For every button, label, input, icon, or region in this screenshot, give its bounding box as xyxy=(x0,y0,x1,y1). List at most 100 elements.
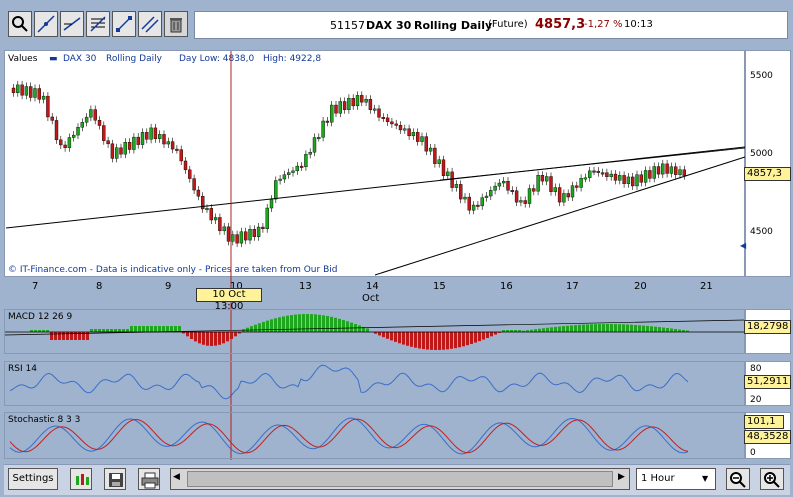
candle xyxy=(196,189,201,197)
candle xyxy=(562,193,566,203)
candle xyxy=(674,166,678,175)
macd-panel[interactable]: MACD 12 26 9 xyxy=(4,309,745,354)
candle xyxy=(136,136,140,145)
candle xyxy=(579,178,583,188)
candle xyxy=(93,109,97,121)
candle xyxy=(261,226,265,230)
candle xyxy=(656,166,661,175)
candle xyxy=(282,174,287,180)
candle xyxy=(652,166,656,179)
candle xyxy=(424,136,428,152)
candle xyxy=(532,188,536,192)
candle xyxy=(243,231,248,241)
candle xyxy=(248,229,252,241)
candle xyxy=(162,134,166,145)
candle xyxy=(239,231,244,244)
candle xyxy=(446,171,450,176)
candle xyxy=(50,116,54,121)
candle xyxy=(330,104,334,123)
candle xyxy=(566,193,570,198)
price-badge: 4857,3 xyxy=(744,167,791,181)
candle xyxy=(304,154,308,168)
candle xyxy=(106,140,110,145)
candle xyxy=(618,175,622,181)
candle xyxy=(102,125,106,141)
candle xyxy=(153,127,158,139)
zoom-out-button[interactable] xyxy=(726,468,750,490)
candle xyxy=(222,226,226,232)
candle xyxy=(635,174,639,187)
candle xyxy=(493,185,497,191)
chart-type-button[interactable] xyxy=(70,468,92,490)
candle xyxy=(274,180,278,200)
settings-button[interactable]: Settings xyxy=(8,468,58,490)
candle xyxy=(119,147,123,155)
candle xyxy=(506,180,510,191)
candle xyxy=(489,190,493,197)
candle xyxy=(398,125,403,131)
candle xyxy=(622,175,626,184)
time-scrollbar[interactable]: ◀ ▶ xyxy=(170,468,630,490)
candle xyxy=(140,132,145,145)
scroll-thumb[interactable] xyxy=(187,471,613,487)
candle xyxy=(355,95,360,107)
candle xyxy=(411,132,416,137)
candle xyxy=(480,197,484,207)
candle xyxy=(471,204,476,211)
candle xyxy=(553,187,557,192)
candle xyxy=(476,204,480,207)
chevron-down-icon[interactable]: ▼ xyxy=(702,474,708,483)
candle xyxy=(205,208,209,211)
candle xyxy=(41,95,46,100)
candle xyxy=(643,170,648,183)
scroll-right-icon[interactable]: ▶ xyxy=(618,472,625,482)
candle xyxy=(24,86,29,96)
candle xyxy=(67,137,72,148)
candle xyxy=(127,142,132,150)
candle xyxy=(209,208,214,221)
candle xyxy=(183,160,188,171)
candle xyxy=(351,98,355,107)
save-button[interactable] xyxy=(104,468,126,490)
save-icon xyxy=(109,473,123,487)
candle xyxy=(89,109,93,118)
stochastic-panel[interactable]: Stochastic 8 3 3 xyxy=(4,412,745,459)
candle xyxy=(265,207,269,230)
candle xyxy=(381,117,385,119)
candle xyxy=(312,137,317,153)
candle xyxy=(454,184,459,188)
candle xyxy=(459,184,463,200)
candle xyxy=(669,166,674,174)
x-label: 17 xyxy=(566,281,579,292)
x-label: 20 xyxy=(634,281,647,292)
candle xyxy=(71,134,76,138)
candle xyxy=(192,178,196,191)
candle xyxy=(407,128,411,137)
candle xyxy=(545,176,549,182)
rsi-panel[interactable]: RSI 14 xyxy=(4,361,745,406)
candle xyxy=(170,141,175,150)
candle xyxy=(639,174,643,183)
print-button[interactable] xyxy=(138,468,160,490)
candle xyxy=(510,190,514,192)
axis-arrow[interactable]: ◀ xyxy=(740,241,746,250)
candle xyxy=(37,88,41,100)
candle xyxy=(157,134,162,139)
zoom-in-button[interactable] xyxy=(760,468,784,490)
candle xyxy=(613,173,618,181)
candle xyxy=(84,116,89,123)
candle xyxy=(661,163,665,175)
candle xyxy=(557,187,562,203)
candle xyxy=(433,147,437,164)
x-label: 13 xyxy=(299,281,312,292)
candle xyxy=(540,174,545,182)
candle xyxy=(416,132,420,142)
candle xyxy=(80,122,85,128)
print-icon xyxy=(141,472,159,489)
candle xyxy=(368,98,373,111)
stoch-tick: 0 xyxy=(750,448,756,458)
candle xyxy=(360,95,364,103)
scroll-left-icon[interactable]: ◀ xyxy=(173,472,180,482)
rsi-tick: 80 xyxy=(750,364,762,374)
x-label: 16 xyxy=(500,281,513,292)
